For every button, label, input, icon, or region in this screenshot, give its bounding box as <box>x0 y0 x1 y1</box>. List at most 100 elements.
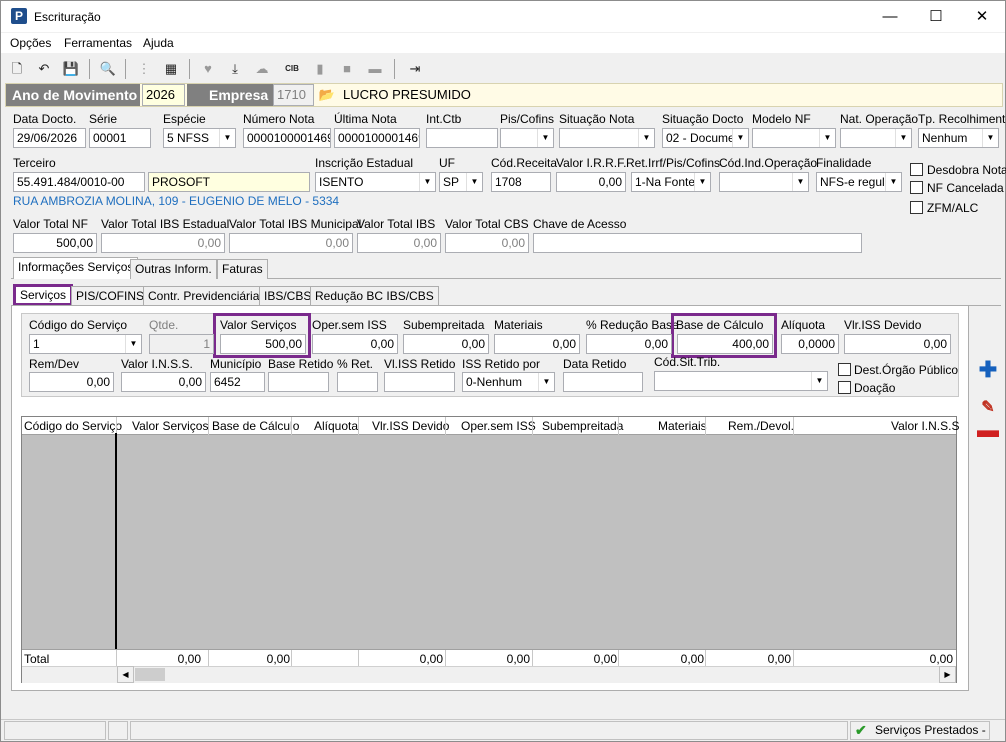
col-base-calculo[interactable]: Base de Cálculo <box>212 419 299 433</box>
col-oper-sem-iss[interactable]: Oper.sem ISS <box>461 419 536 433</box>
terceiro-cnpj-field[interactable]: 55.491.484/0010-00 <box>13 172 145 192</box>
serie-field[interactable]: 00001 <box>89 128 151 148</box>
valor-total-cbs-field[interactable]: 0,00 <box>445 233 529 253</box>
chevron-down-icon[interactable]: ▼ <box>811 372 827 390</box>
reducao-base-field[interactable]: 0,00 <box>586 334 672 354</box>
codigo-servico-select[interactable]: 1 ▼ <box>29 334 142 354</box>
minus-bar-icon[interactable]: ▬ <box>365 59 385 79</box>
cloud-icon[interactable]: ☁ <box>252 59 272 79</box>
qtde-field[interactable]: 1 <box>149 334 214 354</box>
intctb-field[interactable] <box>426 128 498 148</box>
especie-select[interactable]: 5 NFSS ▼ <box>163 128 236 148</box>
situacao-docto-select[interactable]: 02 - Documer ▼ <box>662 128 749 148</box>
ret-irrf-select[interactable]: 1-Na Fonte ▼ <box>631 172 711 192</box>
download-icon[interactable]: ⤓ <box>225 59 245 79</box>
subtab-contr-previdenciaria[interactable]: Contr. Previdenciária <box>143 286 265 306</box>
chevron-down-icon[interactable]: ▼ <box>792 173 808 191</box>
desdobra-nota-checkbox[interactable] <box>910 163 923 176</box>
chevron-down-icon[interactable]: ▼ <box>982 129 998 147</box>
vlr-iss-devido-field[interactable]: 0,00 <box>844 334 951 354</box>
block-icon[interactable]: ■ <box>337 59 357 79</box>
close-button[interactable]: ✕ <box>959 1 1005 32</box>
piscofins-select[interactable]: ▼ <box>500 128 554 148</box>
rem-dev-field[interactable]: 0,00 <box>29 372 114 392</box>
municipio-field[interactable]: 6452 <box>210 372 265 392</box>
inscricao-estadual-select[interactable]: ISENTO ▼ <box>315 172 436 192</box>
empresa-code-field[interactable]: 1710 <box>273 84 314 106</box>
data-retido-field[interactable] <box>563 372 643 392</box>
chevron-down-icon[interactable]: ▼ <box>537 129 553 147</box>
chevron-down-icon[interactable]: ▼ <box>466 173 482 191</box>
oper-sem-iss-field[interactable]: 0,00 <box>312 334 398 354</box>
cod-receita-field[interactable]: 1708 <box>491 172 551 192</box>
dest-orgao-publico-checkbox[interactable] <box>838 363 851 376</box>
valor-irrf-field[interactable]: 0,00 <box>556 172 626 192</box>
numero-nota-field[interactable]: 0000100001469 <box>243 128 331 148</box>
save-icon[interactable]: 💾 <box>61 59 81 79</box>
print-preview-icon[interactable]: 🔍 <box>98 59 118 79</box>
add-icon[interactable]: ✚ <box>976 359 1000 381</box>
iss-retido-por-select[interactable]: 0-Nenhum ▼ <box>462 372 555 392</box>
chevron-down-icon[interactable]: ▼ <box>125 335 141 353</box>
remove-icon[interactable]: ▬ <box>976 419 1000 441</box>
col-vlr-iss-devido[interactable]: Vlr.ISS Devido <box>372 419 449 433</box>
undo-icon[interactable]: ↶ <box>34 59 54 79</box>
col-subempreitada[interactable]: Subempreitada <box>542 419 623 433</box>
cod-ind-operacao-select[interactable]: ▼ <box>719 172 809 192</box>
base-retido-field[interactable] <box>268 372 329 392</box>
col-codigo-servico[interactable]: Código do Serviço <box>24 419 122 433</box>
chevron-down-icon[interactable]: ▼ <box>419 173 435 191</box>
vl-iss-retido-field[interactable] <box>384 372 455 392</box>
scroll-thumb[interactable] <box>135 668 165 681</box>
scroll-right-icon[interactable]: ▶ <box>939 666 956 683</box>
chevron-down-icon[interactable]: ▼ <box>638 129 654 147</box>
subtab-pis-cofins[interactable]: PIS/COFINS <box>71 286 150 306</box>
nat-operacao-select[interactable]: ▼ <box>840 128 912 148</box>
col-aliquota[interactable]: Alíquota <box>314 419 358 433</box>
situacao-nota-select[interactable]: ▼ <box>559 128 655 148</box>
valor-total-nf-field[interactable]: 500,00 <box>13 233 97 253</box>
split-view-icon[interactable]: ▮ <box>310 59 330 79</box>
pct-ret-field[interactable] <box>337 372 378 392</box>
edit-icon[interactable]: ✎ <box>976 397 1000 419</box>
valor-inss-field[interactable]: 0,00 <box>121 372 206 392</box>
chevron-down-icon[interactable]: ▼ <box>732 129 748 147</box>
exit-icon[interactable]: ⇥ <box>405 59 425 79</box>
chevron-down-icon[interactable]: ▼ <box>219 129 235 147</box>
tab-informacoes-servicos[interactable]: Informações Serviços <box>13 257 139 279</box>
col-valor-inss[interactable]: Valor I.N.S.S <box>891 419 959 433</box>
col-rem-devol[interactable]: Rem./Devol. <box>728 419 794 433</box>
materiais-field[interactable]: 0,00 <box>494 334 580 354</box>
minimize-button[interactable]: — <box>867 1 913 32</box>
valor-total-ibs-municipal-field[interactable]: 0,00 <box>229 233 353 253</box>
calculator-icon[interactable]: ▦ <box>161 59 181 79</box>
finalidade-select[interactable]: NFS-e regula ▼ <box>816 172 902 192</box>
menu-ajuda[interactable]: Ajuda <box>143 36 174 50</box>
chave-acesso-field[interactable] <box>533 233 862 253</box>
cib-icon[interactable]: CIB <box>282 59 302 79</box>
valor-total-ibs-field[interactable]: 0,00 <box>357 233 441 253</box>
chevron-down-icon[interactable]: ▼ <box>538 373 554 391</box>
tree-icon[interactable]: ⋮ <box>134 59 154 79</box>
nf-cancelada-checkbox[interactable] <box>910 181 923 194</box>
scroll-left-icon[interactable]: ◀ <box>117 666 134 683</box>
terceiro-nome-field[interactable]: PROSOFT <box>148 172 310 192</box>
maximize-button[interactable]: ☐ <box>913 1 959 32</box>
chevron-down-icon[interactable]: ▼ <box>895 129 911 147</box>
uf-select[interactable]: SP ▼ <box>439 172 483 192</box>
chevron-down-icon[interactable]: ▼ <box>885 173 901 191</box>
data-docto-field[interactable]: 29/06/2026 <box>13 128 86 148</box>
valor-servicos-field[interactable]: 500,00 <box>220 334 306 354</box>
folder-open-icon[interactable]: 📂 <box>317 86 337 104</box>
menu-ferramentas[interactable]: Ferramentas <box>64 36 132 50</box>
tp-recolhimento-select[interactable]: Nenhum ▼ <box>918 128 999 148</box>
aliquota-field[interactable]: 0,0000 <box>781 334 839 354</box>
col-materiais[interactable]: Materiais <box>658 419 707 433</box>
tab-faturas[interactable]: Faturas <box>217 259 268 279</box>
base-calculo-field[interactable]: 400,00 <box>677 334 773 354</box>
chevron-down-icon[interactable]: ▼ <box>819 129 835 147</box>
modelo-nf-select[interactable]: ▼ <box>752 128 836 148</box>
heart-icon[interactable]: ♥ <box>198 59 218 79</box>
ano-field[interactable]: 2026 <box>142 84 185 106</box>
cod-sit-trib-select[interactable]: ▼ <box>654 371 828 391</box>
